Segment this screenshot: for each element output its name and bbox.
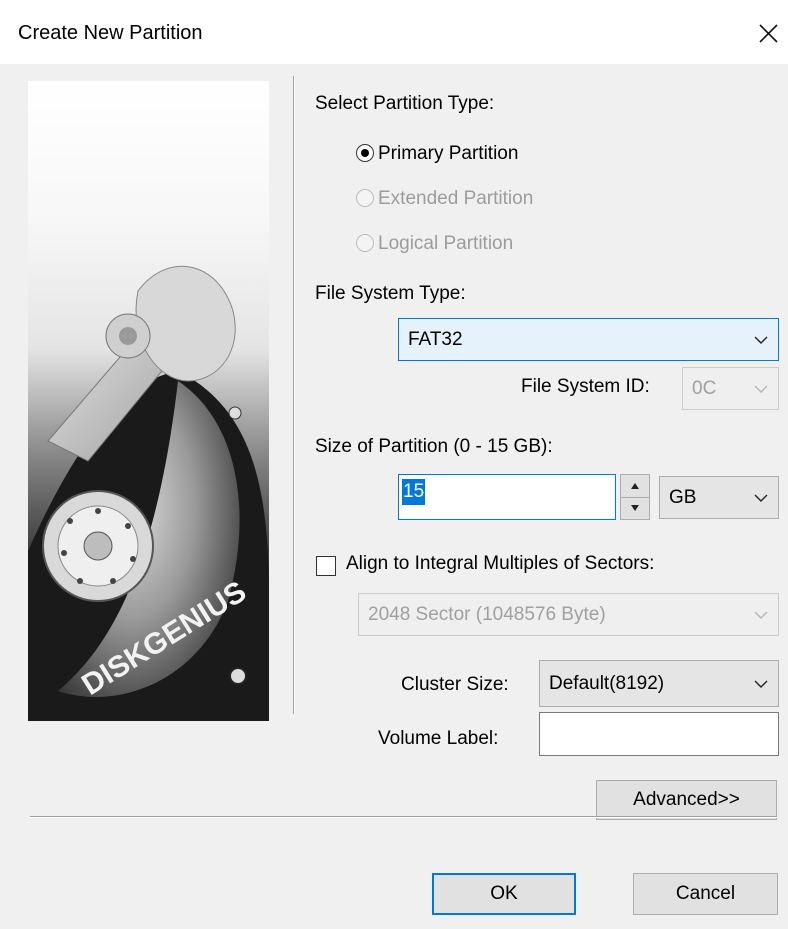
cancel-button-label: Cancel — [675, 883, 736, 904]
chevron-down-icon — [754, 611, 768, 619]
align-label[interactable]: Align to Integral Multiples of Sectors: — [346, 553, 654, 575]
file-system-value: FAT32 — [408, 328, 463, 350]
radio-logical-partition — [356, 234, 374, 252]
size-unit-value: GB — [669, 486, 697, 508]
radio-extended-partition — [356, 189, 374, 207]
radio-primary-label[interactable]: Primary Partition — [378, 143, 518, 165]
size-unit-select[interactable]: GB — [659, 476, 779, 519]
file-system-heading: File System Type: — [315, 283, 466, 304]
file-system-id-select: 0C — [682, 367, 779, 410]
chevron-down-icon — [754, 336, 768, 344]
ok-button[interactable]: OK — [432, 873, 576, 915]
spin-up-icon[interactable] — [621, 475, 649, 498]
align-sector-value: 2048 Sector (1048576 Byte) — [368, 603, 606, 625]
advanced-button-label: Advanced>> — [633, 789, 740, 810]
chevron-down-icon — [754, 494, 768, 502]
close-icon[interactable] — [750, 17, 786, 51]
cluster-size-value: Default(8192) — [549, 672, 665, 694]
size-spinner[interactable] — [620, 474, 650, 520]
spin-down-icon[interactable] — [621, 497, 649, 519]
radio-logical-label: Logical Partition — [378, 233, 514, 254]
size-input[interactable]: 15 — [398, 474, 616, 520]
advanced-button[interactable]: Advanced>> — [596, 780, 777, 820]
chevron-down-icon — [754, 680, 768, 688]
ok-button-label: OK — [490, 883, 518, 904]
radio-primary-partition[interactable] — [356, 144, 374, 162]
file-system-id-value: 0C — [692, 377, 717, 399]
diskgenius-logo-image: DISKGENIUS — [28, 81, 269, 721]
horizontal-divider — [30, 816, 777, 817]
cluster-size-select[interactable]: Default(8192) — [539, 660, 779, 707]
file-system-select[interactable]: FAT32 — [398, 318, 779, 361]
align-sector-select: 2048 Sector (1048576 Byte) — [358, 593, 779, 636]
partition-type-heading: Select Partition Type: — [315, 93, 495, 114]
chevron-down-icon — [754, 385, 768, 393]
cancel-button[interactable]: Cancel — [633, 873, 778, 915]
window-title: Create New Partition — [18, 22, 203, 44]
volume-label-label: Volume Label: — [378, 728, 499, 749]
size-value: 15 — [402, 479, 426, 505]
volume-label-input[interactable] — [539, 712, 779, 756]
vertical-divider — [293, 76, 294, 714]
size-heading: Size of Partition (0 - 15 GB): — [315, 436, 553, 457]
cluster-size-label: Cluster Size: — [401, 674, 509, 695]
align-checkbox[interactable] — [316, 556, 336, 576]
file-system-id-label: File System ID: — [521, 376, 650, 397]
radio-extended-label: Extended Partition — [378, 188, 534, 209]
